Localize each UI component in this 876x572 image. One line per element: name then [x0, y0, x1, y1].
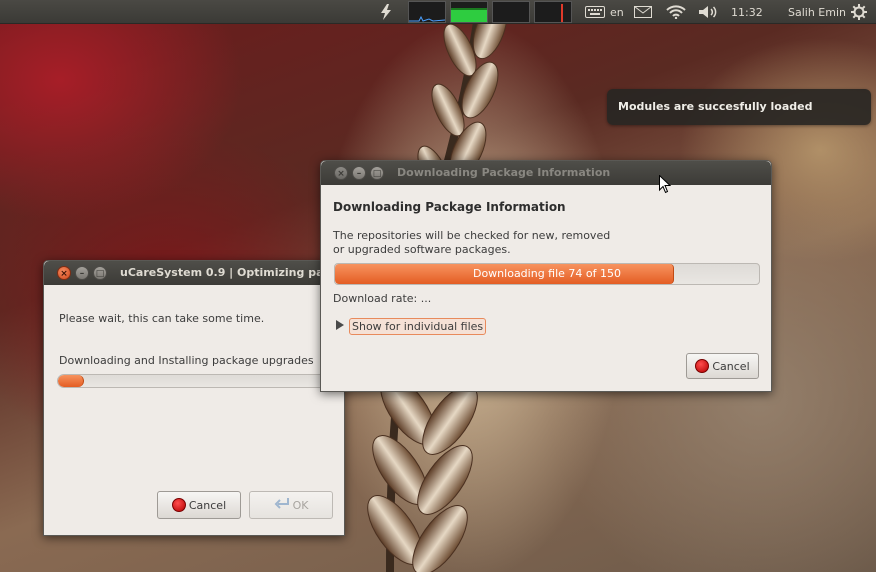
notification-bubble: Modules are succesfully loaded [607, 89, 871, 125]
keyboard-language-label[interactable]: en [610, 0, 624, 24]
close-icon[interactable]: × [334, 166, 348, 180]
expander-arrow-icon [336, 320, 344, 333]
ucare-progress-fill [58, 375, 84, 387]
window-title: uCareSystem 0.9 | Optimizing packages [120, 266, 340, 279]
system-monitor-disk[interactable] [534, 1, 572, 23]
system-monitor-memory[interactable] [450, 1, 488, 23]
ucare-titlebar[interactable]: × – □ uCareSystem 0.9 | Optimizing packa… [44, 261, 344, 285]
ok-label: OK [292, 498, 309, 512]
return-arrow-icon [274, 497, 290, 513]
ok-button[interactable]: OK [249, 491, 333, 519]
ucare-progress-bar [57, 374, 347, 388]
cancel-button[interactable]: Cancel [157, 491, 241, 519]
progress-label: Downloading and Installing package upgra… [59, 354, 314, 367]
cancel-label: Cancel [712, 359, 750, 373]
lightning-icon[interactable] [378, 0, 394, 24]
wifi-icon[interactable] [666, 0, 686, 24]
system-monitor-network[interactable] [492, 1, 530, 23]
wait-text: Please wait, this can take some time. [59, 312, 265, 325]
close-icon[interactable]: × [57, 266, 71, 280]
download-progress-text: Downloading file 74 of 150 [472, 267, 622, 280]
ucare-window: × – □ uCareSystem 0.9 | Optimizing packa… [43, 260, 347, 536]
minimize-icon[interactable]: – [352, 166, 366, 180]
mouse-cursor [659, 175, 671, 194]
volume-icon[interactable] [698, 0, 718, 24]
download-titlebar[interactable]: × – □ Downloading Package Information [321, 161, 771, 185]
expander[interactable]: Show for individual files [336, 318, 487, 335]
user-name[interactable]: Salih Emin [788, 0, 846, 24]
download-window: × – □ Downloading Package Information Do… [320, 160, 772, 392]
stop-icon [695, 359, 710, 373]
stop-icon [171, 498, 186, 512]
mail-icon[interactable] [634, 0, 652, 24]
window-title: Downloading Package Information [397, 166, 611, 179]
clock[interactable]: 11:32 [731, 0, 763, 24]
cancel-button[interactable]: Cancel [686, 353, 759, 379]
gear-icon[interactable] [851, 0, 867, 24]
cancel-label: Cancel [188, 498, 227, 512]
download-rate: Download rate: ... [333, 292, 432, 305]
download-progress-bar: Downloading file 74 of 150 [334, 263, 760, 285]
keyboard-icon[interactable] [585, 0, 605, 24]
minimize-icon[interactable]: – [75, 266, 89, 280]
maximize-icon[interactable]: □ [370, 166, 384, 180]
maximize-icon[interactable]: □ [93, 266, 107, 280]
top-panel: en 11:32 Salih Emin [0, 0, 876, 24]
dialog-description: The repositories will be checked for new… [333, 229, 611, 256]
dialog-heading: Downloading Package Information [333, 200, 566, 214]
notification-message: Modules are succesfully loaded [618, 100, 813, 113]
expander-label[interactable]: Show for individual files [349, 318, 487, 335]
system-monitor-cpu[interactable] [408, 1, 446, 23]
